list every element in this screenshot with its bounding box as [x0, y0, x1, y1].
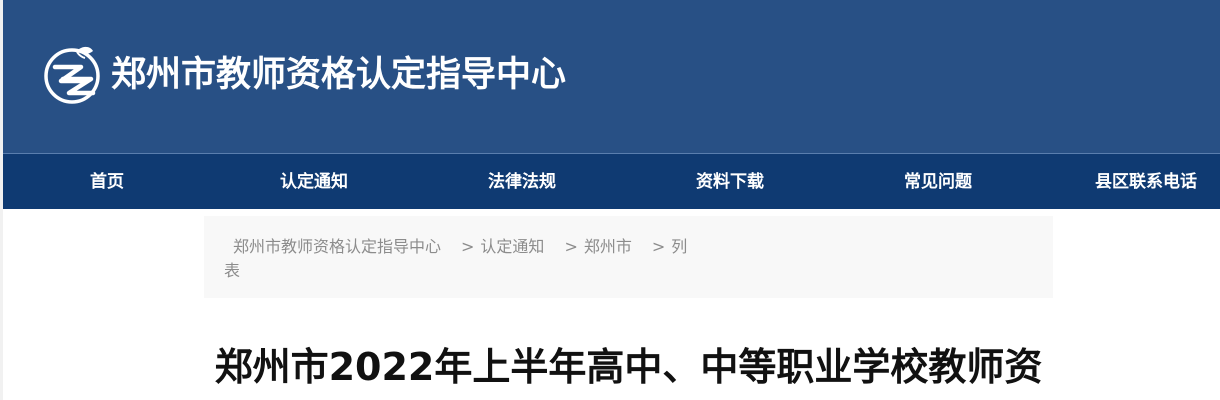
breadcrumb-item-home[interactable]: 郑州市教师资格认定指导中心 — [224, 237, 441, 256]
breadcrumb-item-zhengzhou[interactable]: 郑州市 — [584, 237, 632, 256]
zz-logo-icon[interactable] — [41, 43, 103, 105]
site-title[interactable]: 郑州市教师资格认定指导中心 — [111, 52, 566, 98]
breadcrumb-separator: > — [564, 237, 578, 256]
breadcrumb-trail: 郑州市教师资格认定指导中心 > 认定通知 > 郑州市 > 列表 — [224, 235, 724, 283]
breadcrumb: 郑州市教师资格认定指导中心 > 认定通知 > 郑州市 > 列表 — [204, 216, 1053, 298]
breadcrumb-separator: > — [651, 237, 666, 256]
nav-item-district-phones[interactable]: 县区联系电话 — [1095, 154, 1197, 210]
nav-item-notices[interactable]: 认定通知 — [280, 154, 348, 210]
nav-item-home[interactable]: 首页 — [90, 154, 124, 210]
main-nav: 首页 认定通知 法律法规 资料下载 常见问题 县区联系电话 — [3, 153, 1220, 209]
nav-item-faq[interactable]: 常见问题 — [904, 154, 972, 210]
breadcrumb-separator: > — [461, 237, 475, 256]
site-header: 郑州市教师资格认定指导中心 — [3, 0, 1220, 153]
nav-item-laws[interactable]: 法律法规 — [488, 154, 556, 210]
breadcrumb-item-notices[interactable]: 认定通知 — [480, 237, 544, 256]
nav-item-downloads[interactable]: 资料下载 — [696, 154, 764, 210]
article-title: 郑州市2022年上半年高中、中等职业学校教师资 — [214, 345, 1043, 389]
